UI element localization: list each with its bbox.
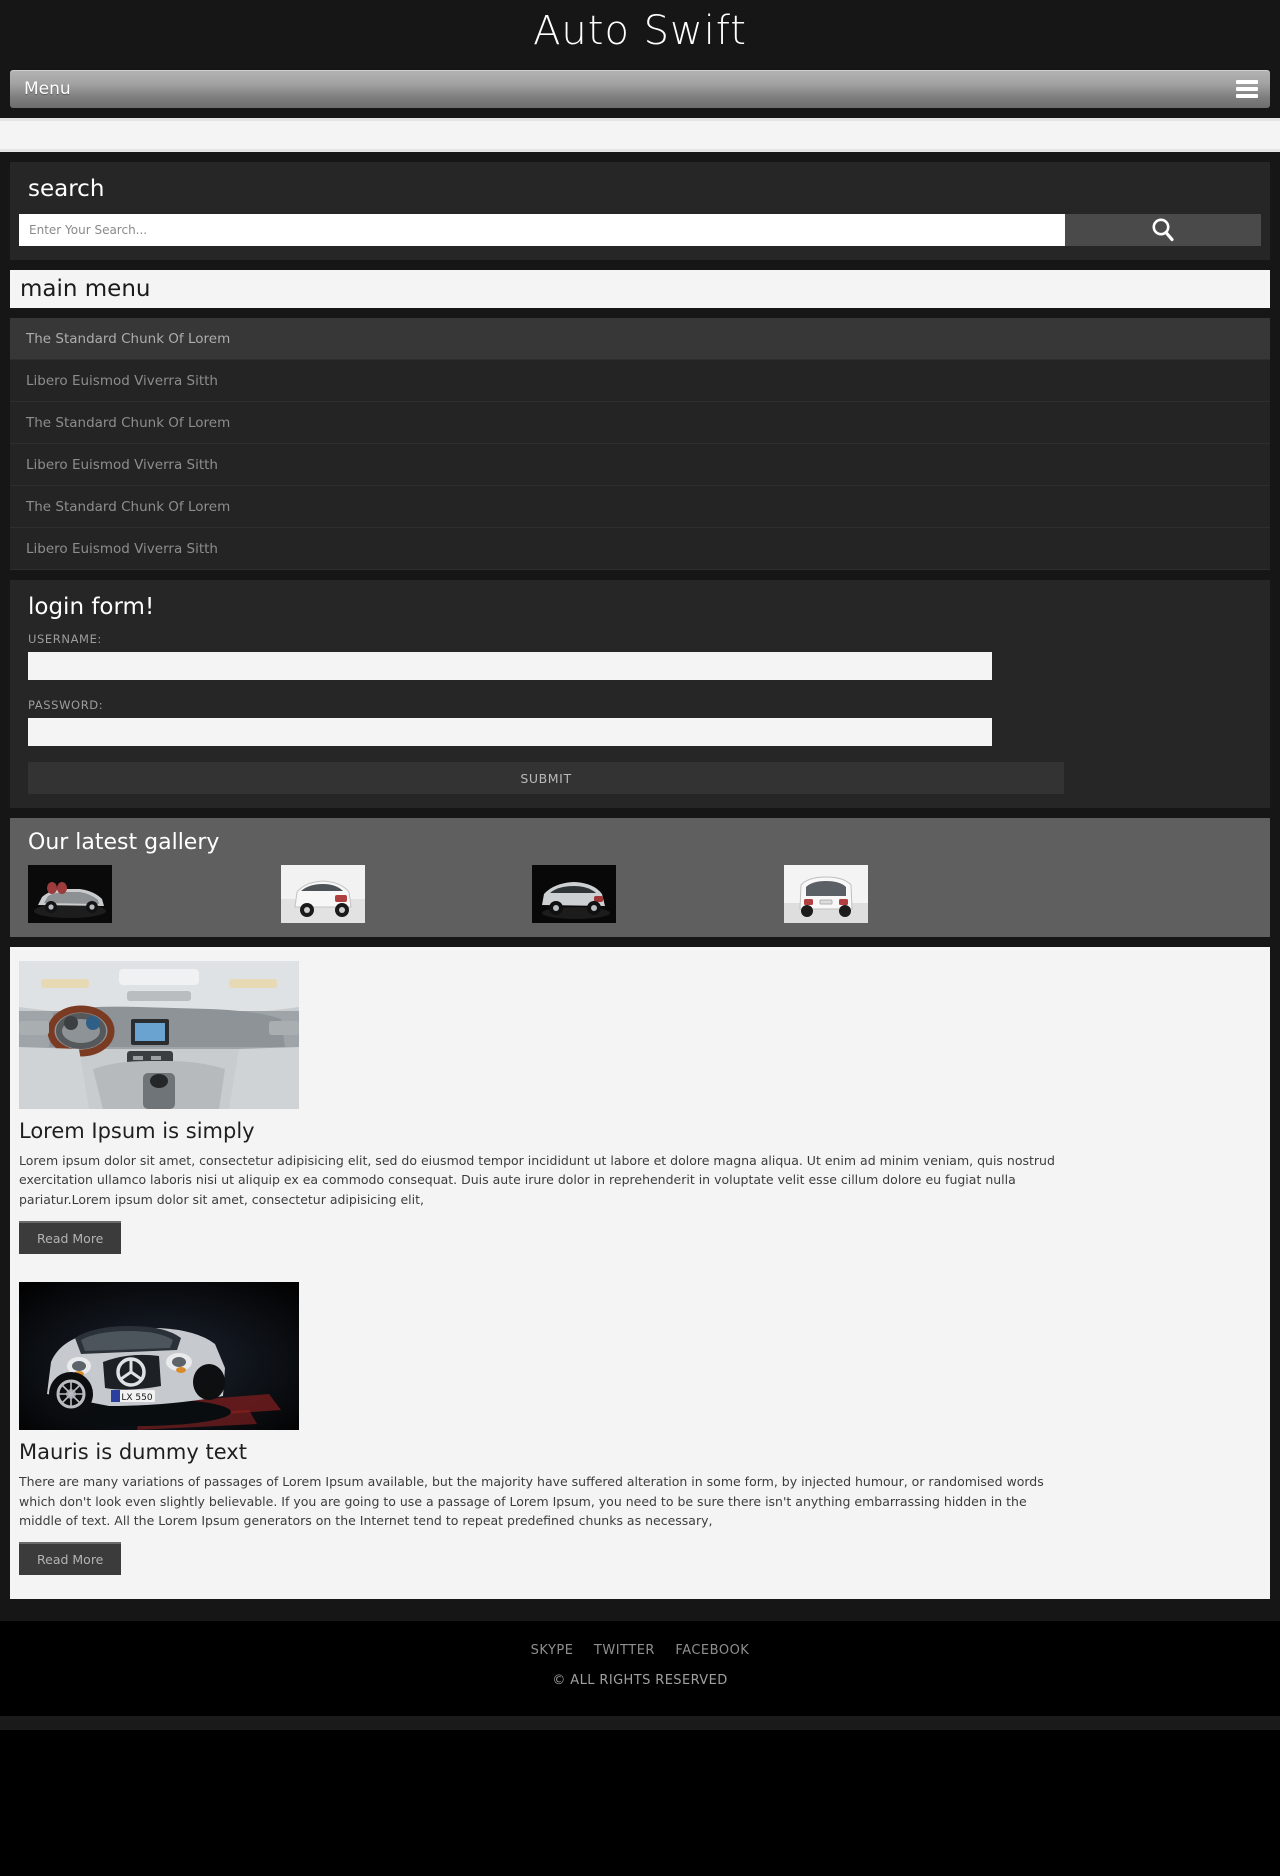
- article-2: LX 550 Mauris is dummy text There are ma…: [19, 1282, 1261, 1576]
- menu-item-label: The Standard Chunk Of Lorem: [26, 498, 231, 515]
- password-input[interactable]: [28, 718, 992, 746]
- gallery-cell: [523, 865, 775, 923]
- article-2-read-more-button[interactable]: Read More: [19, 1542, 122, 1576]
- username-label: USERNAME:: [28, 632, 102, 646]
- menu-item-4[interactable]: Libero Euismod Viverra Sitth: [10, 444, 1270, 486]
- menu-item-3[interactable]: The Standard Chunk Of Lorem: [10, 402, 1270, 444]
- site-logo: Auto Swift: [533, 8, 747, 54]
- article-2-body: There are many variations of passages of…: [19, 1474, 1044, 1528]
- menu-item-2[interactable]: Libero Euismod Viverra Sitth: [10, 360, 1270, 402]
- article-2-image: LX 550: [19, 1282, 299, 1431]
- social-link-skype[interactable]: SKYPE: [531, 1643, 574, 1658]
- gallery-thumb-2[interactable]: [281, 865, 365, 923]
- article-spacer: [19, 1258, 1261, 1282]
- search-icon: [1149, 216, 1177, 244]
- hamburger-bar: [1236, 80, 1258, 84]
- copyright-text: © ALL RIGHTS RESERVED: [552, 1673, 728, 1689]
- search-panel: search: [10, 162, 1270, 260]
- menu-item-5[interactable]: The Standard Chunk Of Lorem: [10, 486, 1270, 528]
- gallery-cell: [19, 865, 271, 923]
- gallery-cell: [271, 865, 523, 923]
- gallery-cell: [775, 865, 1027, 923]
- gallery-row: [19, 865, 1261, 923]
- menu-toggle-bar[interactable]: Menu: [10, 70, 1270, 108]
- site-header: Auto Swift: [0, 0, 1280, 62]
- search-button[interactable]: [1065, 214, 1261, 246]
- article-1-body: Lorem ipsum dolor sit amet, consectetur …: [19, 1153, 1055, 1207]
- page-body: search main menu The Standard Chunk Of L…: [0, 152, 1280, 1622]
- login-form-panel: login form! USERNAME: PASSWORD: SUBMIT: [10, 580, 1270, 808]
- gallery-thumb-3[interactable]: [532, 865, 616, 923]
- hamburger-bar: [1236, 94, 1258, 98]
- footer-spacer: [10, 1599, 1270, 1622]
- main-menu-list: The Standard Chunk Of Lorem Libero Euism…: [10, 318, 1270, 570]
- divider-stripe-inner: [0, 121, 1280, 149]
- social-link-facebook[interactable]: FACEBOOK: [675, 1643, 749, 1658]
- search-row: [19, 214, 1261, 246]
- password-label: PASSWORD:: [28, 698, 104, 712]
- field-spacer: [19, 680, 1261, 698]
- divider-stripe: [0, 118, 1280, 152]
- site-footer: SKYPE TWITTER FACEBOOK © ALL RIGHTS RESE…: [0, 1621, 1280, 1717]
- gallery-thumb-1[interactable]: [28, 865, 112, 923]
- content-area: Lorem Ipsum is simply Lorem ipsum dolor …: [10, 947, 1270, 1600]
- svg-text:LX 550: LX 550: [121, 1393, 152, 1403]
- menu-item-label: Libero Euismod Viverra Sitth: [26, 456, 218, 473]
- hamburger-bar: [1236, 87, 1258, 91]
- menu-item-label: The Standard Chunk Of Lorem: [26, 330, 231, 347]
- search-title: search: [28, 176, 105, 202]
- username-input[interactable]: [28, 652, 992, 680]
- main-menu-header: main menu: [10, 270, 1270, 308]
- main-menu-panel: main menu The Standard Chunk Of Lorem Li…: [10, 270, 1270, 570]
- menu-item-label: Libero Euismod Viverra Sitth: [26, 372, 218, 389]
- article-1: Lorem Ipsum is simply Lorem ipsum dolor …: [19, 961, 1261, 1255]
- menu-item-label: Libero Euismod Viverra Sitth: [26, 540, 218, 557]
- hamburger-icon[interactable]: [1236, 80, 1258, 98]
- article-2-title: Mauris is dummy text: [19, 1440, 247, 1465]
- menubar-label: Menu: [24, 79, 71, 99]
- gallery-title: Our latest gallery: [28, 830, 220, 855]
- menu-item-1[interactable]: The Standard Chunk Of Lorem: [10, 318, 1270, 360]
- menu-item-6[interactable]: Libero Euismod Viverra Sitth: [10, 528, 1270, 570]
- main-menu-title: main menu: [20, 276, 151, 302]
- article-1-title: Lorem Ipsum is simply: [19, 1119, 255, 1143]
- social-links: SKYPE TWITTER FACEBOOK: [0, 1641, 1280, 1659]
- footer-bottom-bar: [0, 1716, 1280, 1731]
- article-1-read-more-button[interactable]: Read More: [19, 1221, 122, 1255]
- login-form-title: login form!: [28, 594, 155, 620]
- search-input[interactable]: [19, 214, 1065, 246]
- menu-item-label: The Standard Chunk Of Lorem: [26, 414, 231, 431]
- menubar-container: Menu: [0, 62, 1280, 118]
- social-link-twitter[interactable]: TWITTER: [594, 1643, 655, 1658]
- gallery-panel: Our latest gallery: [10, 818, 1270, 937]
- submit-button[interactable]: SUBMIT: [28, 762, 1064, 794]
- article-1-image: [19, 961, 299, 1109]
- gallery-thumb-4[interactable]: [784, 865, 868, 923]
